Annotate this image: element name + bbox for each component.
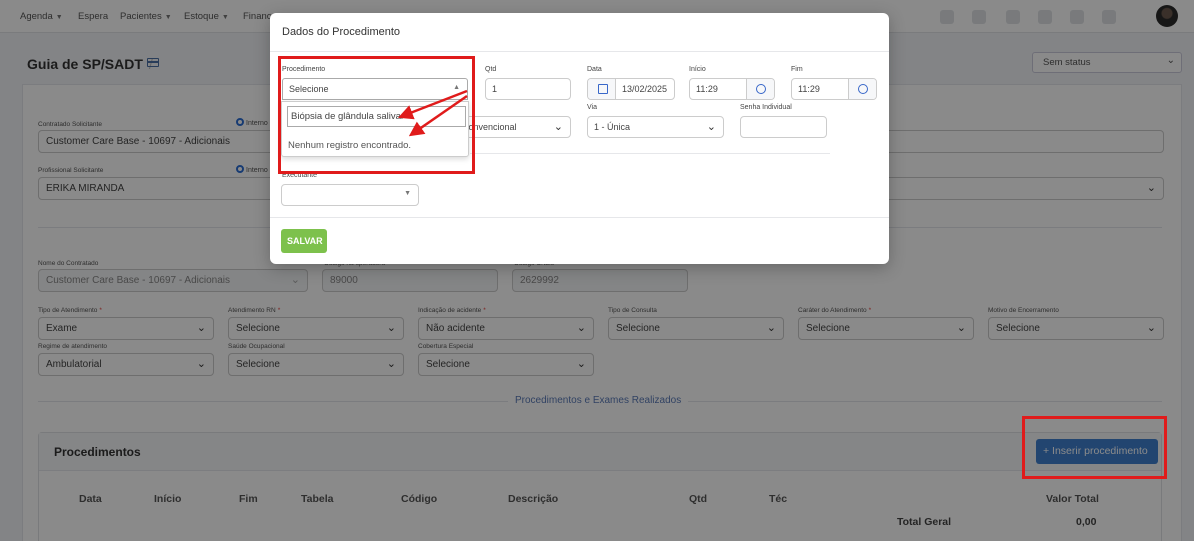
annotation-arrows	[398, 89, 468, 137]
